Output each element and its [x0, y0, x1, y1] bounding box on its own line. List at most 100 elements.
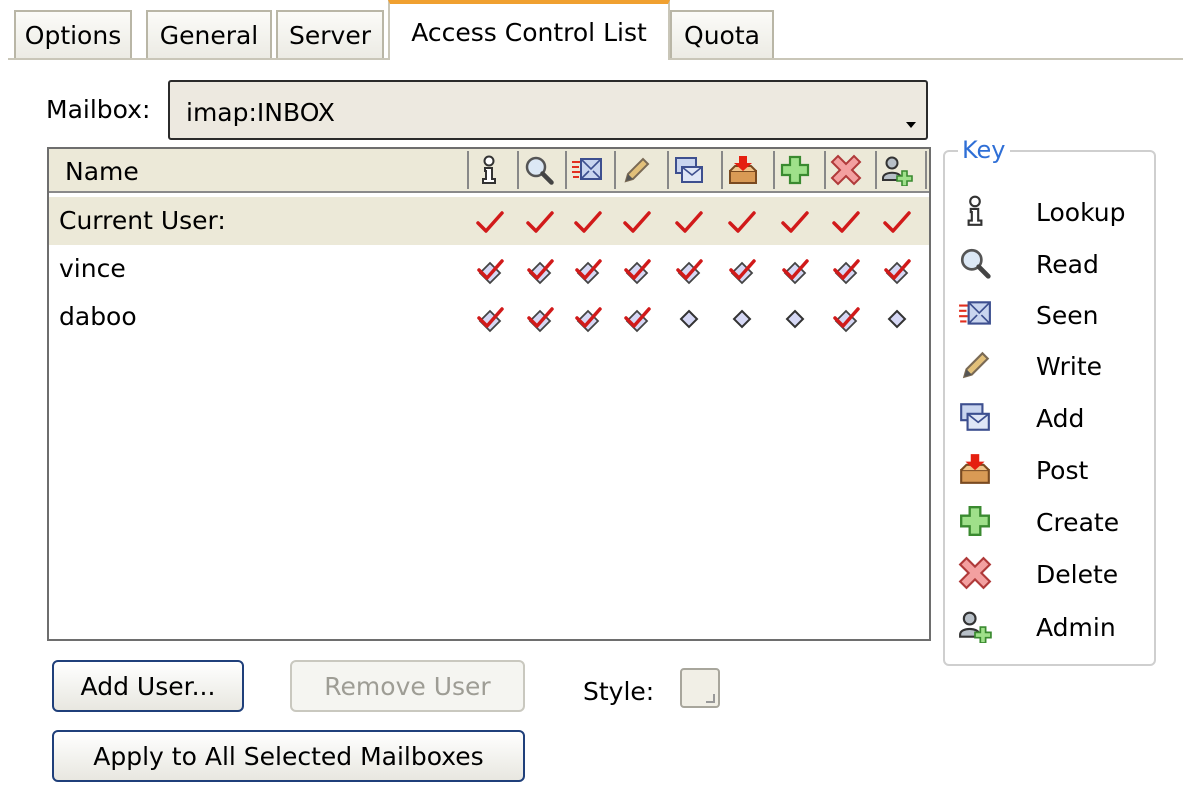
granted-check-icon[interactable] — [831, 303, 861, 333]
column-separator[interactable] — [925, 151, 927, 189]
key-item-read: Read — [958, 246, 1148, 286]
mailbox-select[interactable]: imap:INBOX — [168, 80, 928, 140]
mailbox-value: imap:INBOX — [186, 98, 335, 127]
allowed-check-icon[interactable] — [674, 207, 704, 237]
granted-check-icon[interactable] — [573, 255, 603, 285]
mailbox-label: Mailbox: — [46, 95, 151, 124]
not-granted-diamond-icon[interactable] — [780, 303, 810, 333]
column-header-name[interactable]: Name — [65, 157, 139, 186]
granted-check-icon[interactable] — [780, 255, 810, 285]
post-icon[interactable] — [727, 154, 759, 186]
user-name: Current User: — [59, 206, 226, 235]
acl-table: Name Current User: vince daboo — [47, 147, 931, 641]
key-item-label: Admin — [1036, 613, 1116, 642]
key-item-admin: Admin — [958, 609, 1148, 649]
allowed-check-icon[interactable] — [727, 207, 757, 237]
tab-server[interactable]: Server — [276, 10, 384, 58]
key-item-label: Write — [1036, 352, 1103, 381]
read-icon[interactable] — [523, 154, 555, 186]
granted-check-icon[interactable] — [525, 303, 555, 333]
column-separator[interactable] — [667, 151, 669, 189]
column-separator[interactable] — [721, 151, 723, 189]
table-row[interactable]: vince — [49, 245, 929, 293]
table-row[interactable]: Current User: — [49, 197, 929, 245]
not-granted-diamond-icon[interactable] — [674, 303, 704, 333]
create-icon — [958, 504, 992, 538]
key-item-label: Delete — [1036, 560, 1119, 589]
allowed-check-icon[interactable] — [831, 207, 861, 237]
key-item-post: Post — [958, 452, 1148, 492]
lookup-icon — [958, 194, 992, 228]
key-item-label: Create — [1036, 508, 1120, 537]
lookup-icon[interactable] — [473, 154, 505, 186]
write-icon[interactable] — [620, 154, 652, 186]
column-separator[interactable] — [467, 151, 469, 189]
granted-check-icon[interactable] — [831, 255, 861, 285]
style-label: Style: — [583, 677, 655, 706]
apply-to-all-selected-mailboxes-button[interactable]: Apply to All Selected Mailboxes — [52, 730, 525, 782]
add-icon[interactable] — [673, 154, 705, 186]
tab-general[interactable]: General — [146, 10, 272, 58]
granted-check-icon[interactable] — [882, 255, 912, 285]
tab-bar: Options General Server Access Control Li… — [8, 0, 1183, 60]
admin-icon[interactable] — [881, 154, 913, 186]
allowed-check-icon[interactable] — [525, 207, 555, 237]
post-icon — [958, 452, 992, 486]
user-name: vince — [59, 254, 126, 283]
create-icon[interactable] — [779, 154, 811, 186]
allowed-check-icon[interactable] — [622, 207, 652, 237]
style-swatch[interactable] — [680, 668, 720, 708]
tab-label: Server — [289, 20, 371, 50]
delete-icon[interactable] — [830, 154, 862, 186]
key-item-label: Add — [1036, 404, 1085, 433]
write-icon — [958, 348, 992, 382]
column-separator[interactable] — [517, 151, 519, 189]
column-separator[interactable] — [614, 151, 616, 189]
tab-options[interactable]: Options — [14, 10, 132, 58]
delete-icon — [958, 556, 992, 590]
granted-check-icon[interactable] — [622, 303, 652, 333]
key-item-seen: Seen — [958, 297, 1148, 337]
column-separator[interactable] — [773, 151, 775, 189]
add-icon — [958, 400, 992, 434]
acl-table-header: Name — [49, 149, 929, 193]
allowed-check-icon[interactable] — [573, 207, 603, 237]
granted-check-icon[interactable] — [727, 255, 757, 285]
tab-label: Access Control List — [411, 17, 647, 47]
table-row[interactable]: daboo — [49, 293, 929, 341]
seen-icon — [958, 297, 992, 331]
granted-check-icon[interactable] — [622, 255, 652, 285]
key-item-label: Lookup — [1036, 198, 1126, 227]
allowed-check-icon[interactable] — [882, 207, 912, 237]
granted-check-icon[interactable] — [475, 255, 505, 285]
key-title: Key — [958, 136, 1010, 164]
column-separator[interactable] — [824, 151, 826, 189]
dropdown-arrow-icon — [906, 122, 916, 128]
key-item-lookup: Lookup — [958, 194, 1148, 234]
add-user-button[interactable]: Add User... — [52, 660, 244, 712]
user-name: daboo — [59, 302, 137, 331]
key-item-label: Seen — [1036, 301, 1099, 330]
seen-icon[interactable] — [571, 154, 603, 186]
read-icon — [958, 246, 992, 280]
allowed-check-icon[interactable] — [780, 207, 810, 237]
key-item-add: Add — [958, 400, 1148, 440]
granted-check-icon[interactable] — [674, 255, 704, 285]
column-separator[interactable] — [875, 151, 877, 189]
admin-icon — [958, 609, 992, 643]
column-separator[interactable] — [565, 151, 567, 189]
key-item-create: Create — [958, 504, 1148, 544]
tab-access-control-list[interactable]: Access Control List — [388, 0, 670, 60]
tab-label: Quota — [684, 20, 760, 50]
tab-label: General — [159, 20, 259, 50]
key-item-label: Post — [1036, 456, 1089, 485]
not-granted-diamond-icon[interactable] — [727, 303, 757, 333]
remove-user-button[interactable]: Remove User — [290, 660, 525, 712]
not-granted-diamond-icon[interactable] — [882, 303, 912, 333]
key-item-write: Write — [958, 348, 1148, 388]
granted-check-icon[interactable] — [475, 303, 505, 333]
tab-quota[interactable]: Quota — [670, 10, 774, 58]
granted-check-icon[interactable] — [573, 303, 603, 333]
granted-check-icon[interactable] — [525, 255, 555, 285]
allowed-check-icon[interactable] — [475, 207, 505, 237]
